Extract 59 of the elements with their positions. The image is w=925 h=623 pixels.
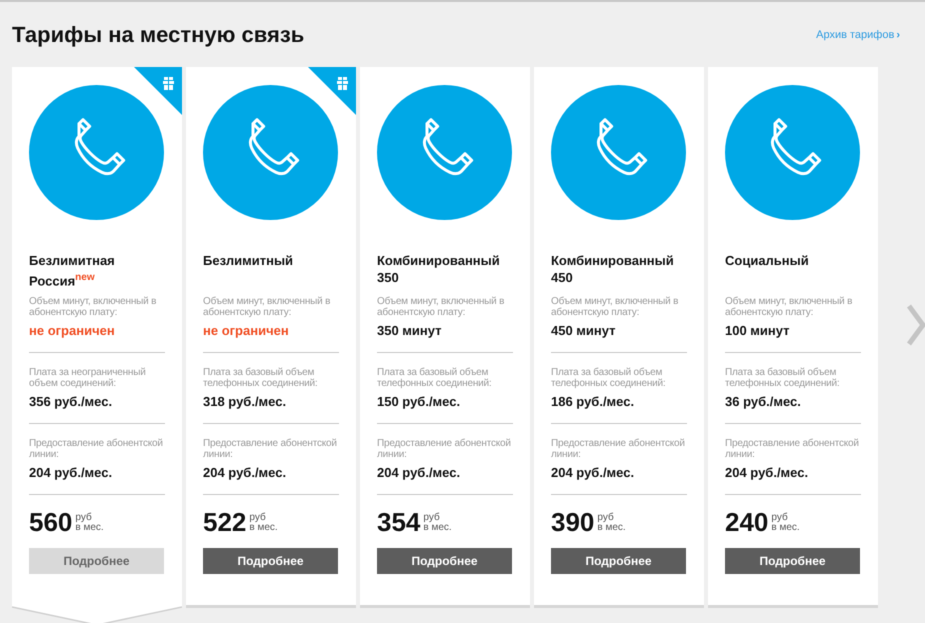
tariff-card[interactable] [360, 67, 530, 605]
price-amount: 390 [551, 507, 594, 538]
tariff-name: Комбинированный 450 [551, 252, 675, 287]
row-label: Плата за базовый объем телефонных соединений: [725, 367, 840, 389]
price-period: в мес. [75, 522, 104, 532]
price-unit: руб [597, 512, 615, 522]
row-value: 318 руб./мес. [203, 394, 288, 409]
page-title: Тарифы на местную связь [12, 22, 304, 48]
row-value: 204 руб./мес. [203, 465, 288, 480]
price-amount: 240 [725, 507, 768, 538]
details-button[interactable]: Подробнее [377, 548, 512, 574]
row-value: 36 руб./мес. [725, 394, 802, 409]
details-button[interactable]: Подробнее [203, 548, 338, 574]
details-button[interactable]: Подробнее [29, 548, 164, 574]
row-value: 186 руб./мес. [551, 394, 636, 409]
tariff-name: Комбинированный 350 [377, 252, 501, 287]
row-label: Предоставление абонентской линии: [29, 438, 164, 460]
row-value: 350 минут [377, 323, 443, 338]
row-label: Объем минут, включенный в абонентскую плату: [725, 296, 854, 318]
row-label: Предоставление абонентской линии: [377, 438, 512, 460]
tariff-name: Социальный [725, 252, 810, 270]
row-label: Объем минут, включенный в абонентскую плату: [551, 296, 680, 318]
tariff-card[interactable] [534, 67, 704, 605]
row-value: 356 руб./мес. [29, 394, 114, 409]
row-label: Предоставление абонентской линии: [725, 438, 860, 460]
price-period: в мес. [597, 522, 626, 532]
row-label: Объем минут, включенный в абонентскую плату: [29, 296, 158, 318]
row-value: не ограничен [29, 323, 116, 338]
row-value: 450 минут [551, 323, 617, 338]
price-unit: руб [423, 512, 441, 522]
row-label: Предоставление абонентской линии: [551, 438, 686, 460]
tariff-card[interactable] [186, 67, 356, 605]
row-label: Плата за базовый объем телефонных соединений: [377, 367, 492, 389]
tariff-name: Безлимитный [203, 252, 294, 270]
row-label: Плата за неограниченный объем соединений: [29, 367, 147, 389]
row-value: не ограничен [203, 323, 290, 338]
price-amount: 560 [29, 507, 72, 538]
row-value: 150 руб./мес. [377, 394, 462, 409]
price-amount: 522 [203, 507, 246, 538]
row-label: Объем минут, включенный в абонентскую плату: [377, 296, 506, 318]
tariff-name: Безлимитная Россия$^{new}$ [29, 252, 116, 290]
price-period: в мес. [249, 522, 278, 532]
row-label: Плата за базовый объем телефонных соединений: [203, 367, 318, 389]
price-period: в мес. [771, 522, 800, 532]
details-button[interactable]: Подробнее [725, 548, 860, 574]
row-value: 204 руб./мес. [29, 465, 114, 480]
price-amount: 354 [377, 507, 420, 538]
row-value: 204 руб./мес. [377, 465, 462, 480]
row-value: 204 руб./мес. [725, 465, 810, 480]
price-unit: руб [771, 512, 789, 522]
price-unit: руб [249, 512, 267, 522]
price-unit: руб [75, 512, 93, 522]
price-period: в мес. [423, 522, 452, 532]
row-value: 204 руб./мес. [551, 465, 636, 480]
row-value: 100 минут [725, 323, 791, 338]
details-button[interactable]: Подробнее [551, 548, 686, 574]
row-label: Объем минут, включенный в абонентскую плату: [203, 296, 332, 318]
row-label: Предоставление абонентской линии: [203, 438, 338, 460]
row-label: Плата за базовый объем телефонных соединений: [551, 367, 666, 389]
